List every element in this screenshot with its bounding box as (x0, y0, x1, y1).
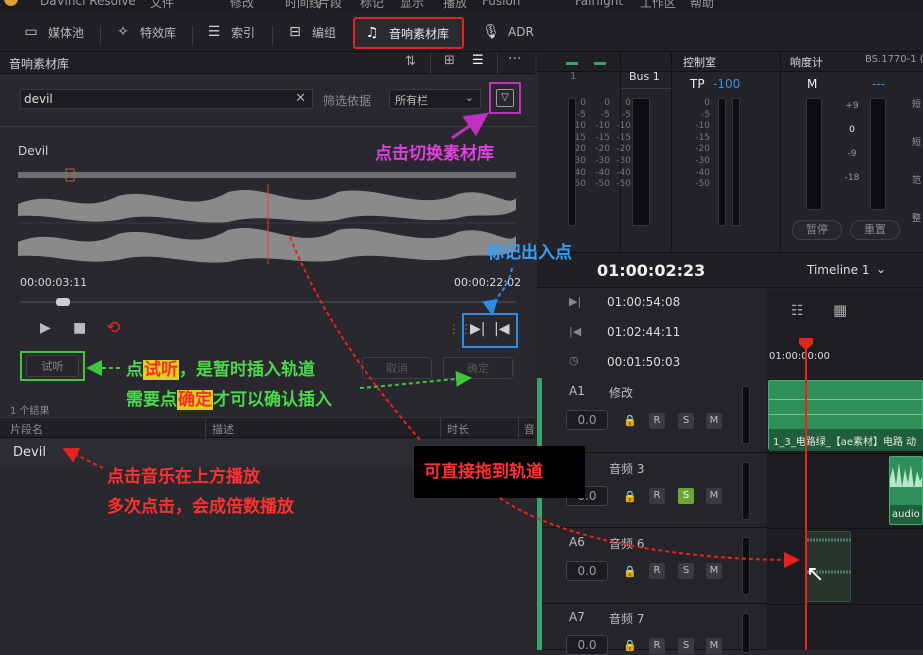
arrow-switch-library (451, 112, 489, 140)
arrow-drag-start (289, 236, 421, 441)
arrow-drag-to-track (499, 497, 800, 568)
annotation-arrows (62, 112, 800, 568)
arrow-click-music (62, 448, 104, 469)
arrow-confirm (359, 370, 472, 389)
arrow-mark-in-out (482, 267, 513, 316)
